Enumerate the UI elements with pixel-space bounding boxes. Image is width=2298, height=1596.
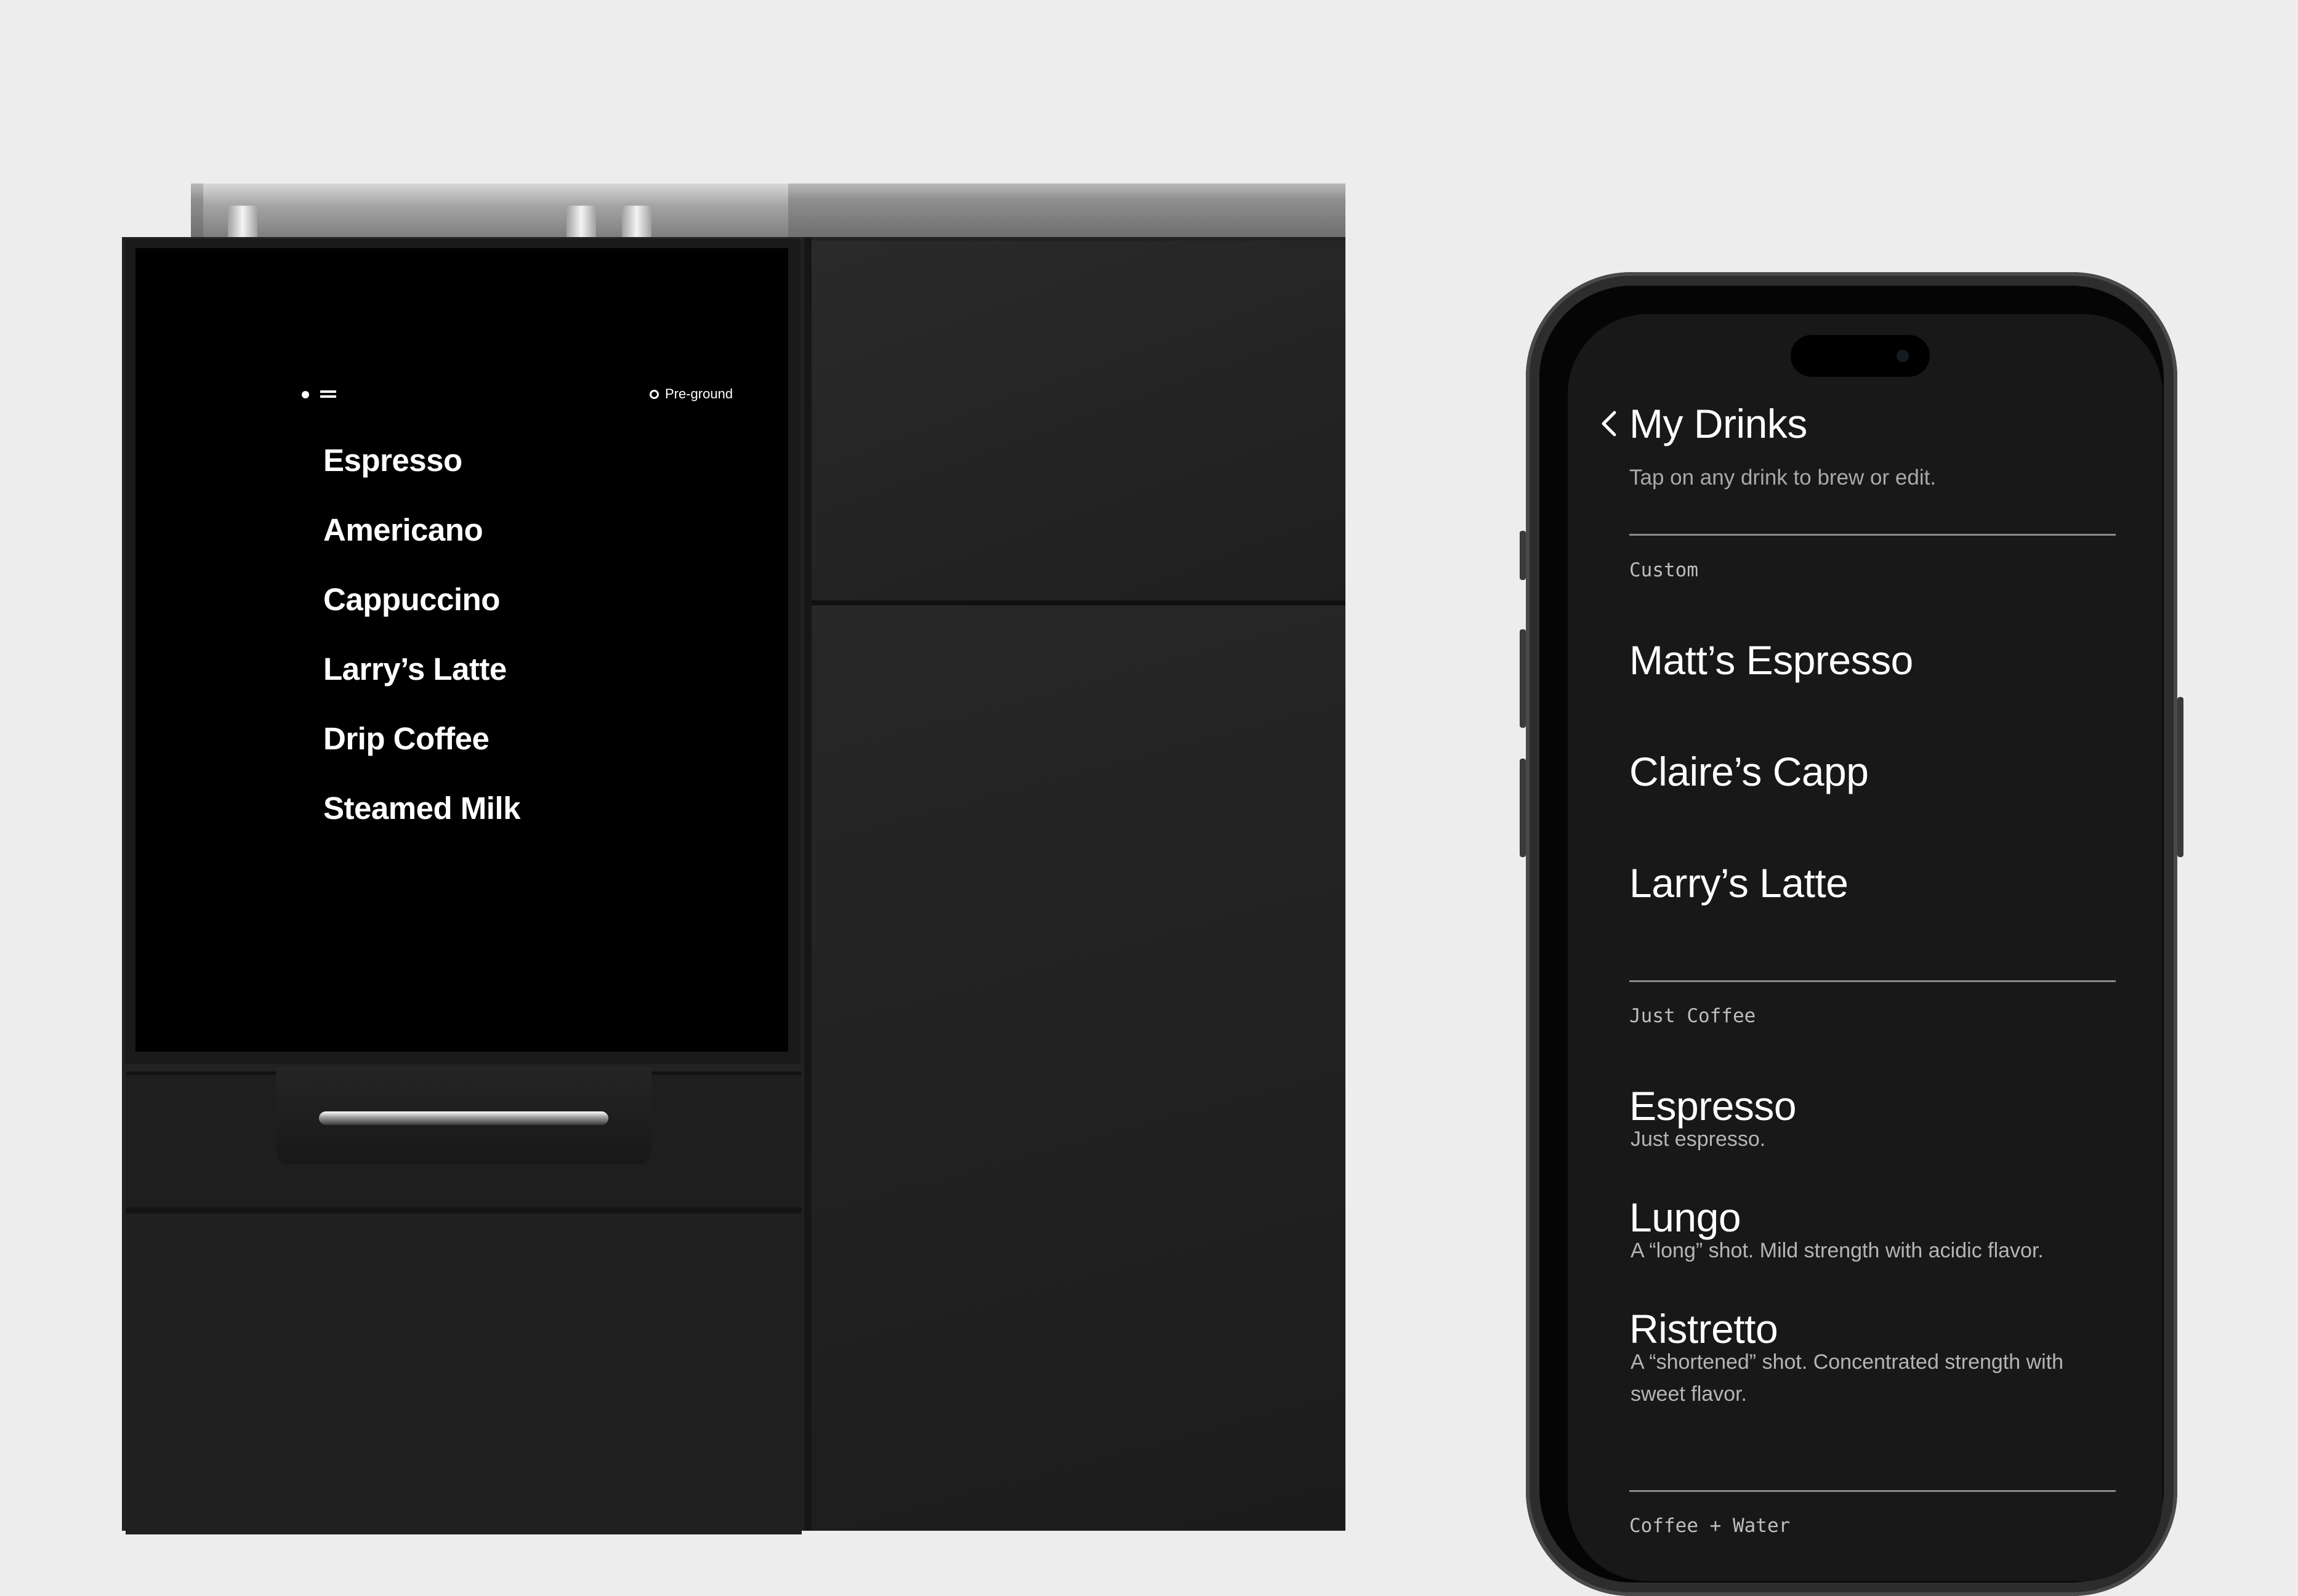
phone-volume-down bbox=[1520, 759, 1526, 857]
dynamic-island bbox=[1791, 335, 1930, 377]
drink-menu-item[interactable]: Steamed Milk bbox=[323, 787, 520, 856]
hopper-tab bbox=[622, 206, 651, 239]
section-label: Coffee + Water bbox=[1629, 1515, 1791, 1537]
drink-list-item[interactable]: Lungo bbox=[1629, 1194, 1741, 1241]
section-label: Custom bbox=[1629, 559, 1698, 581]
phone-device: My Drinks Tap on any drink to brew or ed… bbox=[1520, 272, 2183, 1596]
page-title: My Drinks bbox=[1629, 401, 1807, 446]
menu-icon[interactable] bbox=[320, 389, 336, 400]
phone-screen: My Drinks Tap on any drink to brew or ed… bbox=[1568, 314, 2163, 1581]
section-divider bbox=[1629, 1490, 2116, 1492]
machine-top-tray bbox=[191, 183, 1345, 239]
camera-icon bbox=[1897, 350, 1909, 362]
page-subtitle: Tap on any drink to brew or edit. bbox=[1629, 465, 1937, 490]
section-label: Just Coffee bbox=[1629, 1005, 1756, 1027]
drink-menu-item[interactable]: Larry’s Latte bbox=[323, 648, 520, 717]
phone-bezel: My Drinks Tap on any drink to brew or ed… bbox=[1539, 286, 2164, 1582]
section-divider bbox=[1629, 534, 2116, 536]
coffee-spout bbox=[276, 1067, 651, 1164]
dot-icon bbox=[302, 391, 309, 398]
drink-menu-item[interactable]: Drip Coffee bbox=[323, 717, 520, 787]
drink-list-item[interactable]: Espresso bbox=[1629, 1082, 1797, 1129]
phone-volume-up bbox=[1520, 629, 1526, 728]
ring-icon bbox=[650, 389, 659, 399]
chevron-left-icon[interactable] bbox=[1596, 405, 1621, 442]
grind-mode-label: Pre-ground bbox=[665, 386, 733, 401]
machine-base-panel bbox=[126, 1210, 802, 1534]
grind-mode-toggle[interactable]: Pre-ground bbox=[650, 385, 733, 403]
drink-description: A “shortened” shot. Concentrated strengt… bbox=[1631, 1350, 2064, 1406]
drink-list-item[interactable]: Claire’s Capp bbox=[1629, 748, 1869, 795]
drink-description: A “long” shot. Mild strength with acidic… bbox=[1631, 1239, 2044, 1262]
hopper-tab bbox=[228, 206, 257, 239]
drink-menu-item[interactable]: Cappuccino bbox=[323, 578, 520, 648]
machine-status-bar: Pre-ground bbox=[302, 385, 739, 403]
machine-panel-divider bbox=[804, 237, 812, 1531]
drink-list-item[interactable]: Ristretto bbox=[1629, 1305, 1778, 1352]
drink-menu-item[interactable]: Americano bbox=[323, 509, 520, 578]
bean-hopper-rail bbox=[203, 183, 788, 239]
phone-side-button bbox=[2177, 697, 2183, 857]
drink-description: Just espresso. bbox=[1631, 1127, 1766, 1151]
phone-mute-switch bbox=[1520, 531, 1526, 580]
drink-list-item[interactable]: Matt’s Espresso bbox=[1629, 637, 1913, 683]
hopper-tab bbox=[566, 206, 596, 239]
machine-lower-panel bbox=[812, 605, 1345, 1531]
drink-list-item[interactable]: Larry’s Latte bbox=[1629, 860, 1848, 906]
drink-menu: Espresso Americano Cappuccino Larry’s La… bbox=[323, 439, 520, 856]
machine-touchscreen: Pre-ground Espresso Americano Cappuccino… bbox=[135, 248, 788, 1052]
drink-menu-item[interactable]: Espresso bbox=[323, 439, 520, 509]
machine-upper-panel bbox=[812, 241, 1345, 605]
spout-chrome-bar bbox=[319, 1111, 608, 1125]
section-divider bbox=[1629, 980, 2116, 982]
